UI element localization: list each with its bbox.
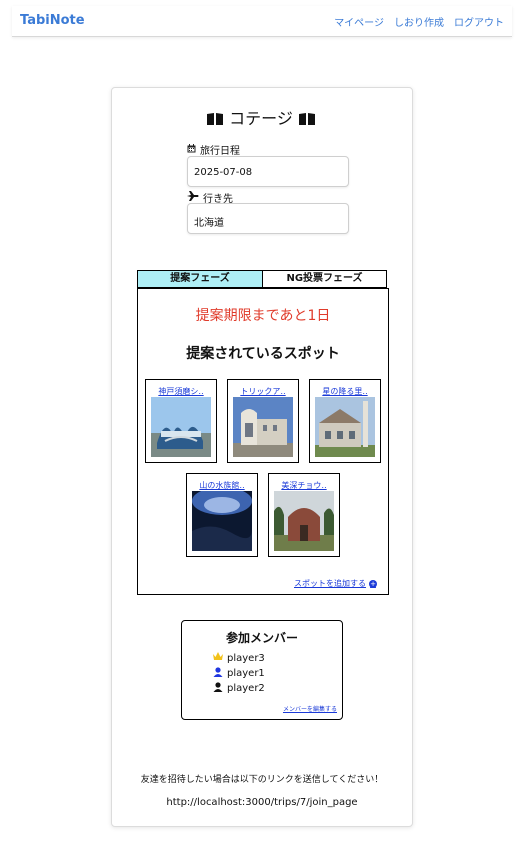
- calendar-icon: [187, 143, 196, 156]
- trip-title-row: コテージ: [0, 105, 522, 130]
- date-label: 旅行日程: [187, 142, 240, 157]
- trip-title: コテージ: [229, 109, 293, 128]
- member-item: player2: [213, 682, 265, 695]
- tab-proposal-phase[interactable]: 提案フェーズ: [137, 270, 263, 288]
- spots-heading: 提案されているスポット: [186, 346, 340, 362]
- crown-icon: [213, 652, 223, 664]
- member-item: player1: [213, 667, 265, 680]
- spot-name[interactable]: トリックア‥: [228, 386, 298, 397]
- nav-link-logout[interactable]: ログアウト: [454, 14, 504, 29]
- nav-link-mypage[interactable]: マイページ: [334, 14, 384, 29]
- spot-photo[interactable]: [233, 397, 293, 457]
- invite-instruction: 友達を招待したい場合は以下のリンクを送信してください！: [140, 775, 384, 785]
- spot-photo[interactable]: [151, 397, 211, 457]
- edit-members-link[interactable]: メンバーを編集する: [283, 704, 337, 713]
- members-title: 参加メンバー: [225, 631, 298, 645]
- spot-photo[interactable]: [315, 397, 375, 457]
- tab-ng-vote-phase[interactable]: NG投票フェーズ: [262, 270, 387, 288]
- spot-name[interactable]: 山の水族館‥: [187, 480, 257, 491]
- member-item: player3: [213, 652, 265, 664]
- add-spot-link[interactable]: スポットを追加する +: [294, 578, 377, 589]
- plus-circle-icon[interactable]: +: [369, 579, 377, 588]
- nav-links: マイページ しおり作成 ログアウト: [334, 14, 504, 29]
- spot-name[interactable]: 神戸須磨シ‥: [146, 386, 216, 397]
- deadline-notice: 提案期限まであと1日: [195, 308, 331, 324]
- navbar: TabiNote マイページ しおり作成 ログアウト: [12, 6, 512, 37]
- nav-link-create-itinerary[interactable]: しおり作成: [394, 14, 444, 29]
- spot-name[interactable]: 美深チョウ‥: [269, 480, 339, 491]
- book-icon: [298, 111, 316, 130]
- brand-logo[interactable]: TabiNote: [20, 13, 85, 28]
- spot-card[interactable]: トリックア‥: [227, 379, 299, 463]
- invite-link[interactable]: http://localhost:3000/trips/7/join_page: [111, 797, 413, 808]
- destination-field[interactable]: 北海道: [187, 203, 349, 234]
- date-field[interactable]: 2025-07-08: [187, 156, 349, 187]
- user-icon: [213, 682, 223, 695]
- spot-name[interactable]: 星の降る里‥: [310, 386, 380, 397]
- members-panel: 参加メンバー player3 player1 player2 メンバーを編集する: [181, 620, 343, 720]
- spot-card[interactable]: 神戸須磨シ‥: [145, 379, 217, 463]
- spot-card[interactable]: 美深チョウ‥: [268, 473, 340, 557]
- spot-card[interactable]: 山の水族館‥: [186, 473, 258, 557]
- spot-photo[interactable]: [274, 491, 334, 551]
- user-icon: [213, 667, 223, 680]
- spot-card[interactable]: 星の降る里‥: [309, 379, 381, 463]
- book-icon: [206, 111, 224, 130]
- spot-photo[interactable]: [192, 491, 252, 551]
